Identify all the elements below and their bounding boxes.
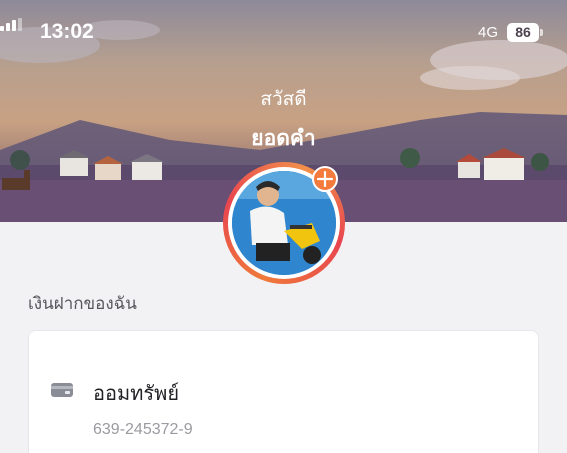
status-time: 13:02 — [40, 20, 94, 43]
section-title-deposits: เงินฝากของฉัน — [28, 294, 137, 314]
network-type: 4G — [478, 24, 499, 41]
user-name: ยอดคำ — [251, 126, 316, 150]
account-number: 639-245372-9 — [93, 421, 193, 438]
account-card[interactable]: ออมทรัพย์ 639-245372-9 — [28, 330, 539, 453]
battery-icon: 86 — [507, 23, 539, 42]
greeting-text: สวัสดี — [260, 88, 307, 110]
plus-icon — [316, 170, 334, 188]
signal-icon — [0, 18, 22, 31]
battery-tip — [540, 29, 543, 36]
status-bar: 13:02 4G 86 — [0, 18, 567, 48]
wallet-icon — [51, 383, 73, 397]
edit-avatar-button[interactable] — [312, 166, 338, 192]
account-name: ออมทรัพย์ — [93, 381, 180, 405]
